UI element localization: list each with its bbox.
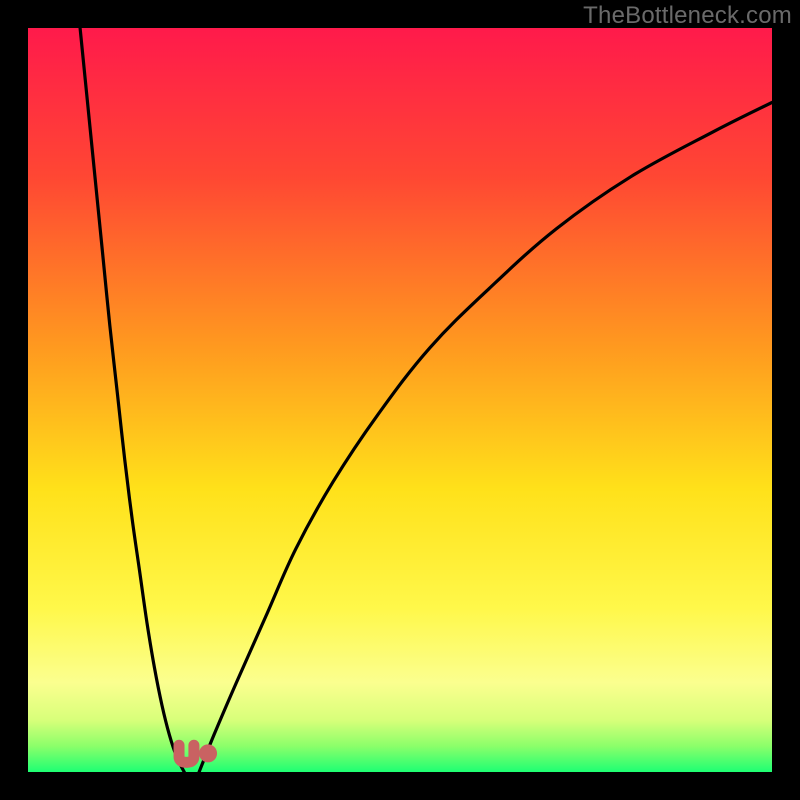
watermark-text: TheBottleneck.com [583, 2, 792, 30]
gradient-background [28, 28, 772, 772]
plot-area [28, 28, 772, 772]
valley-dot-marker [199, 744, 217, 762]
chart-svg [28, 28, 772, 772]
chart-frame: TheBottleneck.com [0, 0, 800, 800]
